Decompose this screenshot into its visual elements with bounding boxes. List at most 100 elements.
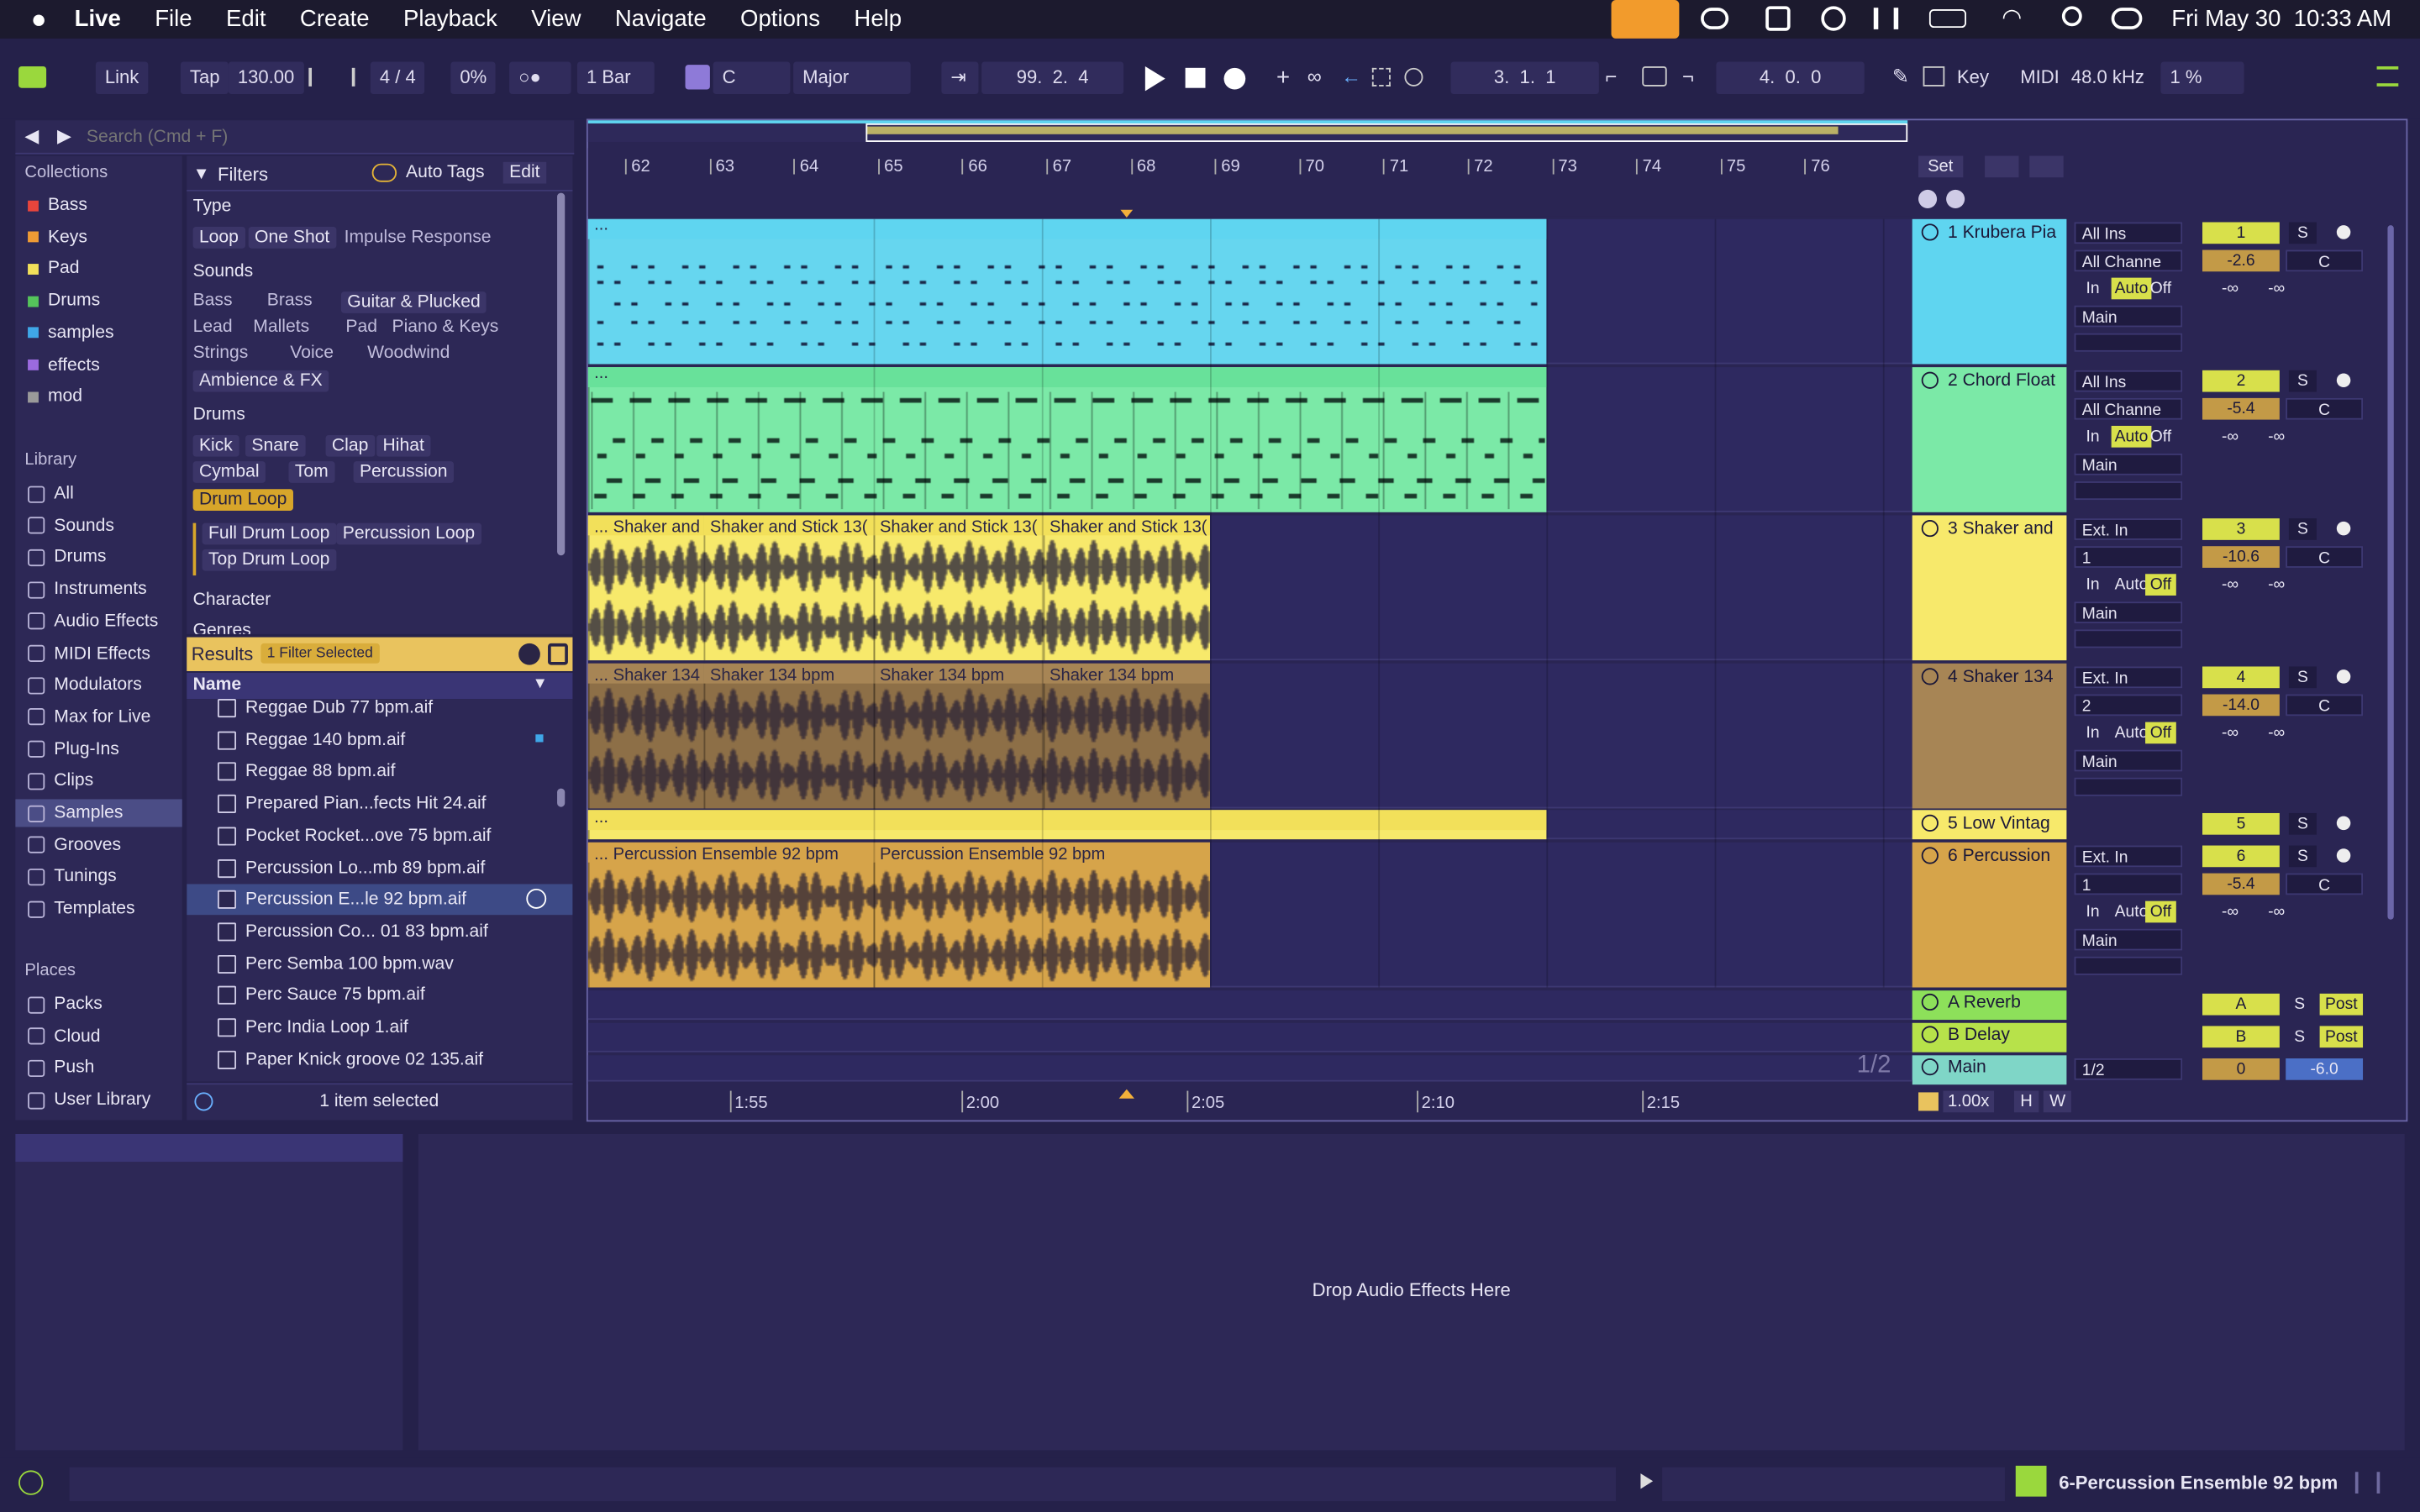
sort-icon[interactable]: ▼	[533, 675, 548, 692]
main-volume-field[interactable]: -6.0	[2286, 1058, 2364, 1080]
creative-cloud-icon[interactable]	[1701, 8, 1729, 29]
result-row[interactable]: Percussion E...le 92 bpm.aif	[187, 884, 573, 916]
input-channel-select[interactable]: 2	[2074, 694, 2183, 717]
monitor-in-button[interactable]: In	[2077, 722, 2108, 744]
width-toggle[interactable]: W	[2043, 1090, 2072, 1113]
filters-scrollbar[interactable]	[557, 192, 566, 556]
return-activator-icon[interactable]	[1921, 1026, 1939, 1043]
output-sub-select[interactable]	[2074, 629, 2183, 648]
menu-edit[interactable]: Edit	[226, 6, 266, 32]
library-item[interactable]: Max for Live	[28, 703, 150, 731]
collection-item[interactable]: effects	[28, 351, 100, 379]
arrangement-scrollbar[interactable]	[2387, 225, 2394, 920]
arm-record-icon[interactable]	[2336, 225, 2351, 239]
send-b-field[interactable]: -∞	[2254, 278, 2297, 300]
solo-button[interactable]: S	[2288, 845, 2317, 868]
notion-icon[interactable]	[1765, 6, 1791, 31]
pan-field[interactable]: C	[2286, 694, 2364, 717]
drum-tag[interactable]: Drum Loop	[192, 489, 293, 511]
arm-record-icon[interactable]	[2336, 816, 2351, 831]
loop-length-field[interactable]: 4. 0. 0	[1716, 61, 1865, 95]
nav-left-icon[interactable]	[1918, 189, 1938, 208]
main-number[interactable]: 0	[2202, 1058, 2280, 1080]
draw-mode-icon[interactable]: ✎	[1892, 65, 1909, 89]
punch-out-icon[interactable]: ¬	[1682, 65, 1694, 88]
sound-tag[interactable]: Voice	[290, 344, 334, 363]
volume-field[interactable]: -2.6	[2202, 249, 2280, 272]
play-clip-icon[interactable]	[1640, 1473, 1654, 1489]
device-drop-area[interactable]: Drop Audio Effects Here	[418, 1134, 2405, 1451]
solo-button[interactable]: S	[2289, 1026, 2311, 1047]
volume-field[interactable]: -10.6	[2202, 546, 2280, 568]
forward-arrow-icon[interactable]: ▶	[57, 125, 71, 147]
menu-create[interactable]: Create	[300, 6, 370, 32]
collection-item[interactable]: Keys	[28, 223, 87, 251]
track-activator-icon[interactable]	[1921, 519, 1939, 538]
filter-tag[interactable]: Impulse Response	[345, 228, 492, 247]
track-header[interactable]: 5 Low Vintag	[1912, 810, 2067, 840]
library-item[interactable]: Drums	[28, 543, 107, 571]
send-b-field[interactable]: -∞	[2254, 901, 2297, 923]
library-item[interactable]: Templates	[28, 895, 135, 922]
volume-field[interactable]: -5.4	[2202, 397, 2280, 420]
add-icon[interactable]: +	[1276, 65, 1290, 91]
main-output-select[interactable]: 1/2	[2074, 1058, 2183, 1080]
result-row[interactable]: Percussion Lo...mb 89 bpm.aif	[187, 853, 572, 884]
loop-marker[interactable]	[1120, 209, 1134, 218]
monitor-in-button[interactable]: In	[2077, 574, 2108, 596]
main-activator-icon[interactable]	[1921, 1058, 1939, 1076]
sound-tag[interactable]: Mallets	[253, 318, 309, 336]
drum-loop-subtag[interactable]: Percussion Loop	[336, 522, 481, 545]
sound-tag[interactable]: Guitar & Plucked	[340, 291, 487, 313]
search-icon[interactable]	[2061, 6, 2082, 27]
track-header[interactable]: 2 Chord Float	[1912, 367, 2067, 512]
track-activator-icon[interactable]	[1921, 223, 1939, 241]
sound-tag[interactable]: Strings	[193, 344, 249, 363]
send-b-field[interactable]: -∞	[2254, 722, 2297, 744]
play-button[interactable]	[1144, 66, 1165, 92]
track-activator-icon[interactable]	[1921, 847, 1939, 864]
menu-file[interactable]: File	[155, 6, 192, 32]
monitor-off-button[interactable]: Off	[2145, 278, 2176, 300]
solo-button[interactable]: S	[2288, 518, 2317, 540]
height-toggle[interactable]: H	[2013, 1090, 2039, 1113]
punch-in-icon[interactable]: ⌐	[1605, 65, 1617, 88]
library-item[interactable]: All	[28, 480, 74, 507]
loop-switch-icon[interactable]	[1642, 66, 1667, 87]
library-item[interactable]: Sounds	[28, 512, 114, 539]
return-lane[interactable]	[587, 990, 1912, 1021]
menu-playback[interactable]: Playback	[403, 6, 497, 32]
sound-tag[interactable]: Brass	[267, 291, 313, 310]
midi-map-button[interactable]: MIDI	[2020, 66, 2060, 88]
control-center-icon[interactable]	[2111, 8, 2143, 29]
sound-tag[interactable]: Bass	[193, 291, 233, 310]
result-row[interactable]: Prepared Pian...fects Hit 24.aif	[187, 789, 572, 820]
stop-button[interactable]	[1185, 67, 1206, 88]
result-row[interactable]: Perc Semba 100 bpm.wav	[187, 948, 572, 979]
drum-tag[interactable]: Percussion	[353, 461, 454, 483]
drum-tag[interactable]: Snare	[245, 434, 306, 457]
track-activator-button[interactable]: 3	[2202, 518, 2280, 540]
zoom-level[interactable]: 1.00x	[1943, 1090, 1994, 1113]
track-activator-button[interactable]: 6	[2202, 845, 2280, 868]
library-item[interactable]: Audio Effects	[28, 607, 158, 635]
tempo-field[interactable]: 130.00	[228, 61, 304, 95]
monitor-in-button[interactable]: In	[2077, 278, 2108, 300]
track-activator-button[interactable]: 5	[2202, 812, 2280, 835]
library-item[interactable]: Modulators	[28, 671, 142, 699]
track-header[interactable]: 4 Shaker 134	[1912, 663, 2067, 809]
arm-record-icon[interactable]	[2336, 669, 2351, 684]
battery-icon[interactable]	[1928, 9, 1967, 29]
solo-button[interactable]: S	[2288, 666, 2317, 689]
pan-field[interactable]: C	[2286, 546, 2364, 568]
menu-navigate[interactable]: Navigate	[615, 6, 707, 32]
drums-label[interactable]: Drums	[193, 406, 245, 424]
result-row[interactable]: Percussion Co... 01 83 bpm.aif	[187, 916, 572, 948]
character-label[interactable]: Character	[193, 591, 271, 609]
drum-loop-subtag[interactable]: Top Drum Loop	[202, 549, 336, 571]
key-map-button[interactable]: Key	[1957, 66, 1989, 88]
info-toggle-icon[interactable]	[18, 1470, 44, 1495]
auto-tags-button[interactable]: Auto Tags	[406, 164, 485, 182]
menu-options[interactable]: Options	[740, 6, 820, 32]
sound-tag[interactable]: Piano & Keys	[392, 318, 499, 336]
